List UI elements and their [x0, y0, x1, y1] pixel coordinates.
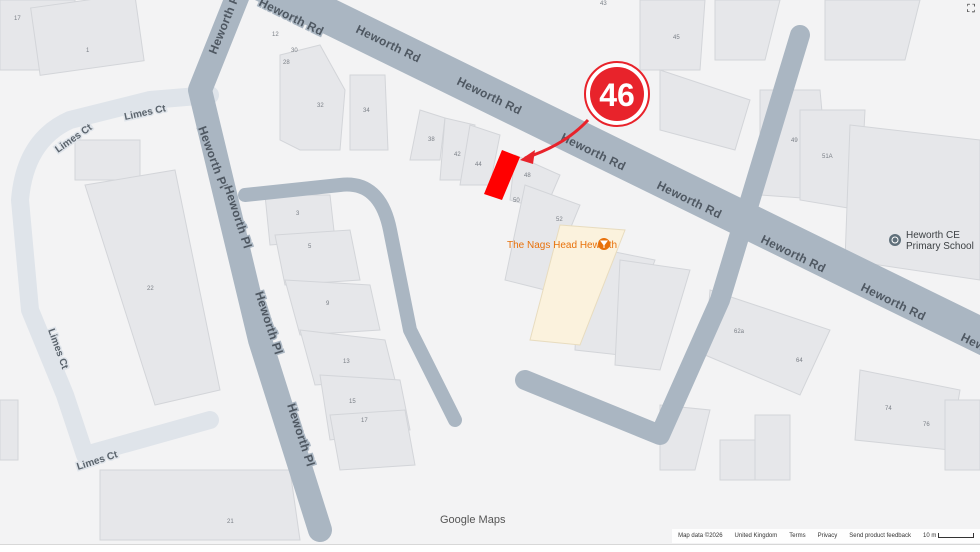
svg-text:45: 45: [673, 35, 680, 41]
svg-text:50: 50: [513, 198, 520, 204]
pub-poi[interactable]: The Nags Head Heworth: [507, 238, 617, 251]
feedback-link[interactable]: Send product feedback: [849, 533, 911, 539]
svg-text:74: 74: [885, 406, 892, 412]
school-label-line1: Heworth CE: [906, 230, 960, 241]
property-marker[interactable]: 46: [584, 61, 650, 127]
marker-label: 46: [599, 77, 635, 113]
svg-text:62a: 62a: [734, 329, 745, 335]
svg-text:44: 44: [475, 162, 482, 168]
terms-link[interactable]: Terms: [789, 533, 805, 539]
school-icon: [889, 234, 901, 246]
svg-text:48: 48: [524, 173, 531, 179]
svg-text:38: 38: [428, 137, 435, 143]
svg-text:52: 52: [556, 217, 563, 223]
svg-text:49: 49: [791, 138, 798, 144]
svg-text:12: 12: [272, 32, 279, 38]
svg-text:22: 22: [147, 286, 154, 292]
privacy-link[interactable]: Privacy: [818, 533, 838, 539]
svg-text:28: 28: [283, 60, 290, 66]
svg-text:76: 76: [923, 422, 930, 428]
svg-text:64: 64: [796, 358, 803, 364]
svg-text:51A: 51A: [822, 154, 833, 160]
scale-bar[interactable]: 10 m: [923, 532, 974, 539]
fullscreen-icon[interactable]: ⛶: [964, 2, 978, 16]
attribution-bar: Map data ©2026 United Kingdom Terms Priv…: [672, 529, 980, 543]
svg-text:17: 17: [361, 418, 368, 424]
school-label-line2: Primary School: [906, 241, 974, 252]
svg-text:21: 21: [227, 519, 234, 525]
svg-text:30: 30: [291, 48, 298, 54]
svg-text:43: 43: [600, 1, 607, 7]
svg-text:42: 42: [454, 152, 461, 158]
svg-text:13: 13: [343, 359, 350, 365]
svg-text:32: 32: [317, 103, 324, 109]
map-canvas[interactable]: Heworth Rd Heworth Rd Heworth Rd Heworth…: [0, 0, 980, 551]
map-data-text: Map data ©2026: [678, 533, 723, 539]
svg-text:15: 15: [349, 399, 356, 405]
google-maps-logo: Google Maps: [440, 514, 506, 526]
svg-text:17: 17: [14, 16, 21, 22]
region-link[interactable]: United Kingdom: [735, 533, 778, 539]
svg-text:34: 34: [363, 108, 370, 114]
